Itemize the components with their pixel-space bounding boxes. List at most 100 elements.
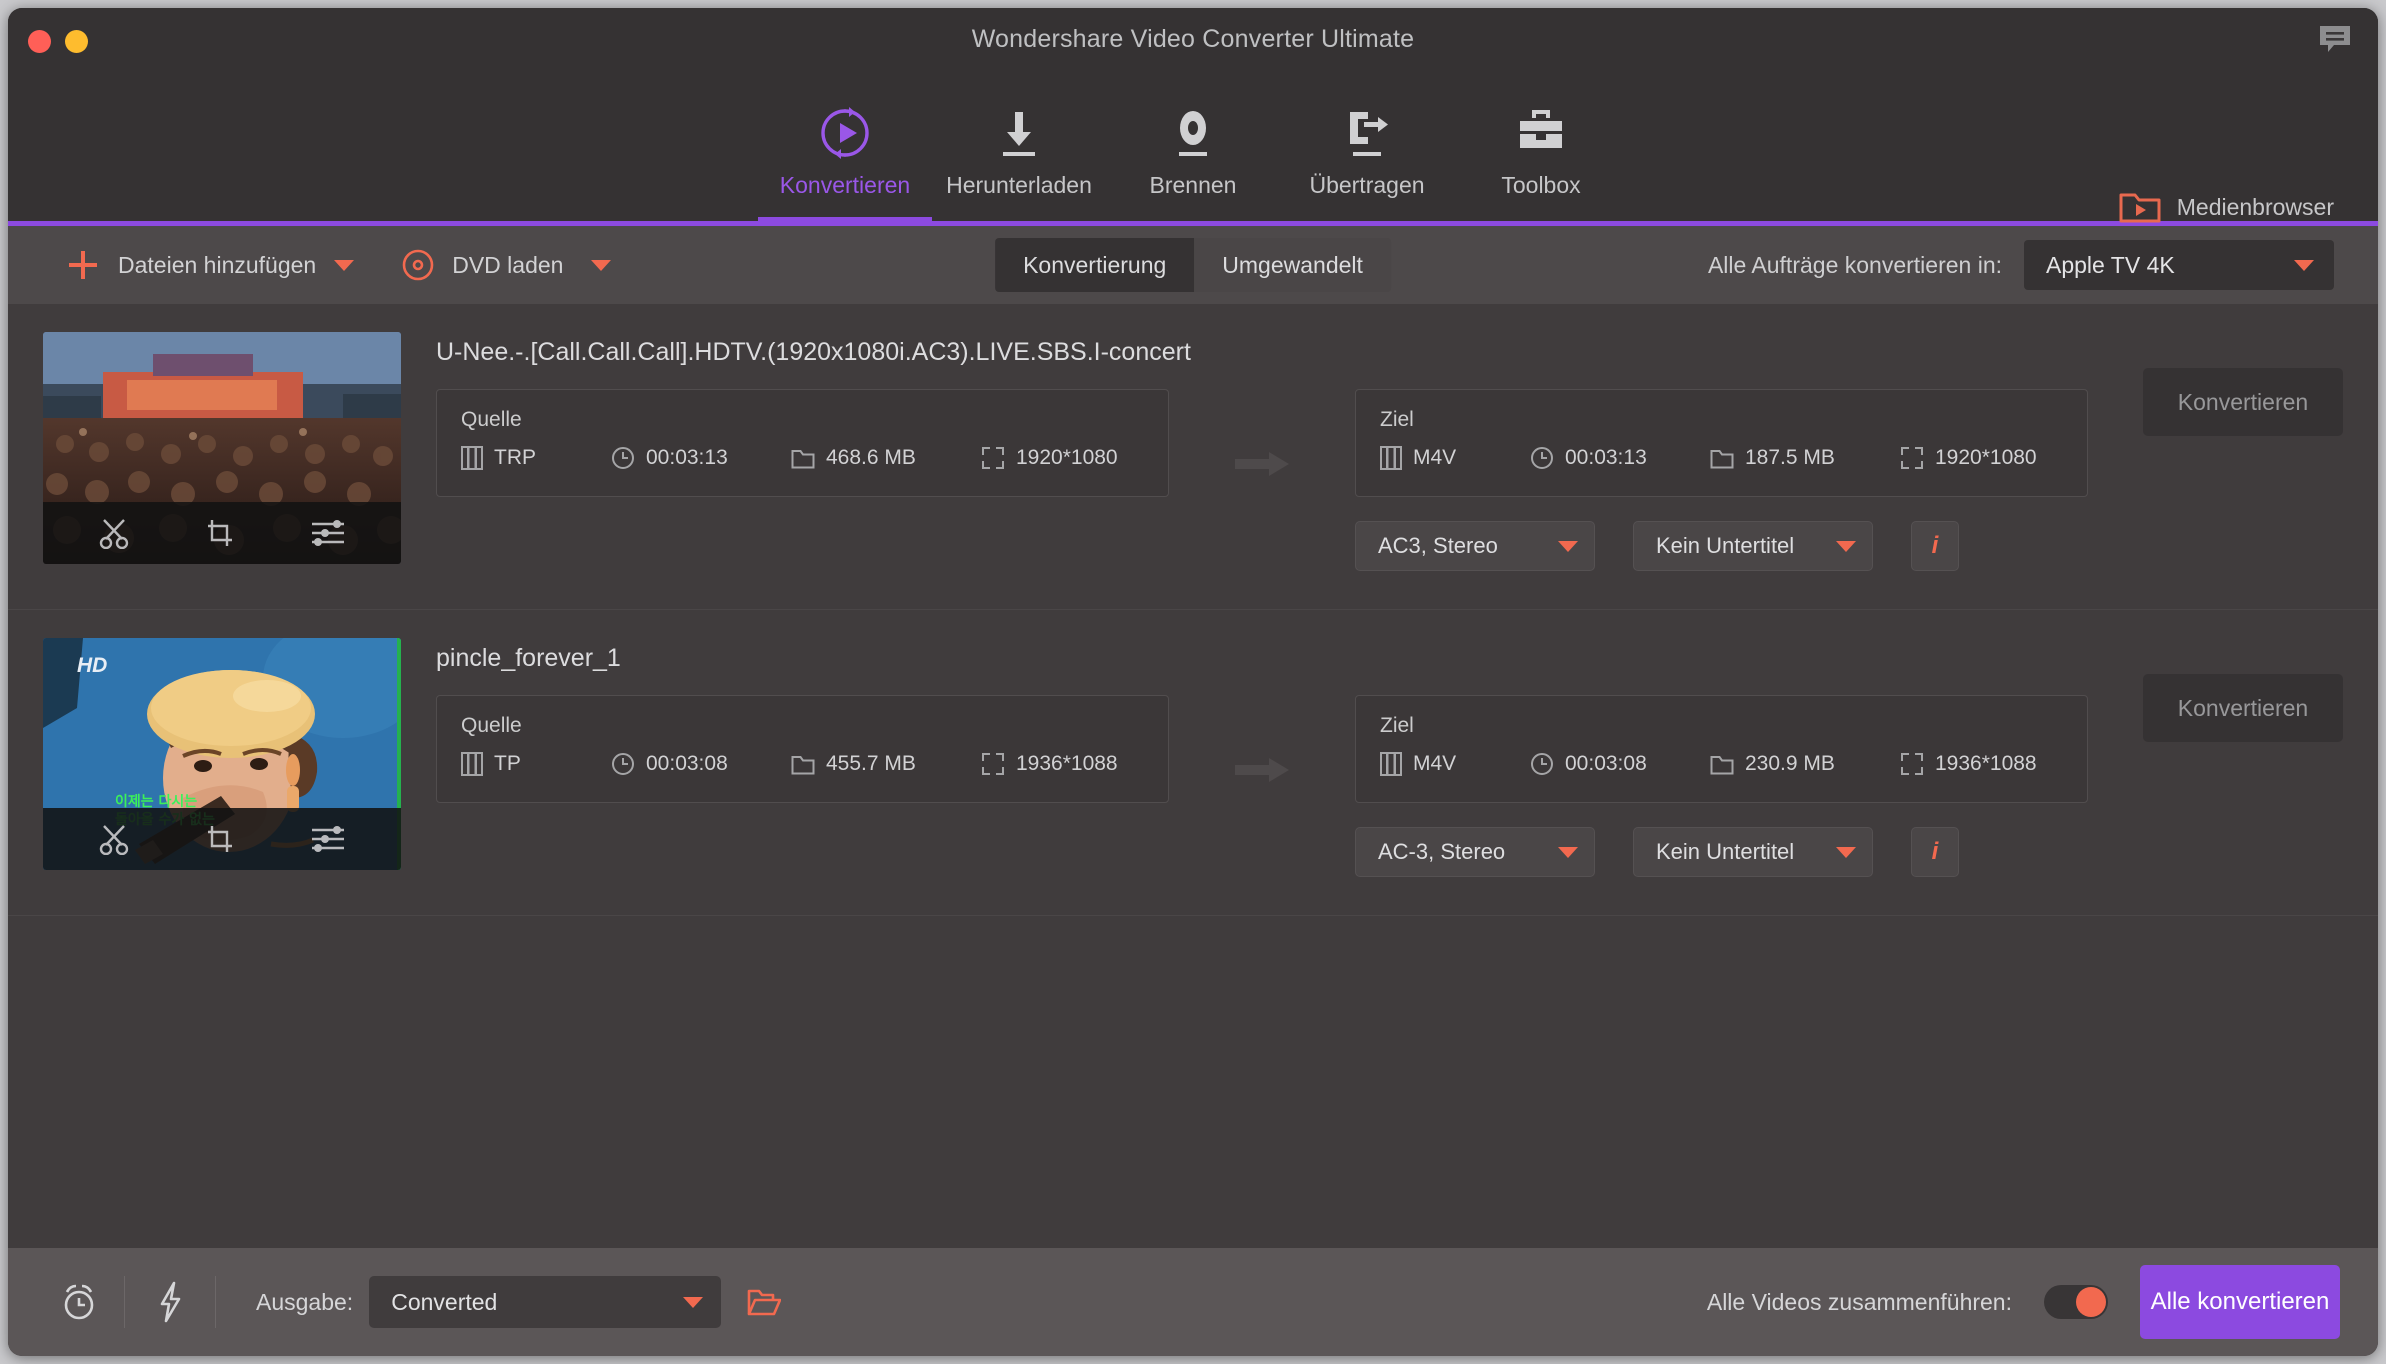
trim-scissors-icon[interactable] [97,517,131,549]
target-resolution-value: 1920*1080 [1935,446,2037,469]
folder-open-icon[interactable] [747,1287,782,1317]
main-navigation: Konvertieren Herunterladen Brennen Übert… [8,76,2378,226]
audio-track-value: AC3, Stereo [1378,533,1498,558]
target-format: M4V [1380,752,1530,776]
arrow-right-icon [1169,695,1355,845]
target-size: 187.5 MB [1710,446,1900,470]
table-row[interactable]: HD 이제는 다시는 돌아올 수가 없는 [8,610,2378,916]
subtitle-track-select[interactable]: Kein Untertitel [1633,827,1873,877]
subtitle-chevron-down-icon [1836,846,1856,858]
film-strip-icon [461,752,483,776]
application-window: Wondershare Video Converter Ultimate Kon… [8,8,2378,1356]
video-thumbnail[interactable] [43,332,401,564]
output-folder-value: Converted [391,1288,498,1315]
tab-umgewandelt[interactable]: Umgewandelt [1194,238,1391,292]
output-chevron-down-icon [683,1296,704,1308]
media-browser-label: Medienbrowser [2176,193,2334,220]
clock-icon [611,446,635,470]
resize-arrows-icon [1900,446,1924,470]
folder-play-icon [2119,190,2161,224]
resize-arrows-icon [981,446,1005,470]
target-size-value: 187.5 MB [1745,446,1835,469]
video-thumbnail[interactable]: HD 이제는 다시는 돌아올 수가 없는 [43,638,401,870]
effects-sliders-icon[interactable] [309,518,347,548]
clock-icon [1530,446,1554,470]
trim-scissors-icon[interactable] [97,823,131,855]
lightning-bolt-icon[interactable] [137,1280,203,1324]
source-title: Quelle [461,714,522,737]
audio-track-value: AC-3, Stereo [1378,839,1506,864]
media-info-button[interactable]: i [1911,827,1959,877]
table-row[interactable]: U-Nee.-.[Call.Call.Call].HDTV.(1920x1080… [8,304,2378,610]
source-resolution-value: 1936*1088 [1016,752,1118,775]
nav-item-toolbox[interactable]: Toolbox [1454,76,1628,221]
transfer-device-arrow-icon [1338,102,1396,164]
svg-text:HD: HD [77,654,107,677]
file-name: U-Nee.-.[Call.Call.Call].HDTV.(1920x1080… [436,338,1191,366]
target-duration: 00:03:08 [1530,752,1710,776]
subtitle-track-value: Kein Untertitel [1656,839,1795,864]
source-resolution-value: 1920*1080 [1016,446,1118,469]
toolbox-icon [1512,102,1570,164]
convert-row-button[interactable]: Konvertieren [2143,368,2343,436]
add-files-chevron-down-icon[interactable] [334,259,355,271]
nav-item-herunterladen[interactable]: Herunterladen [932,76,1106,221]
nav-label: Konvertieren [779,172,911,198]
bottom-bar: Ausgabe: Converted Alle Videos zusammenf… [8,1248,2378,1356]
divider [215,1276,216,1328]
target-format-value: M4V [1413,446,1457,469]
folder-icon [1710,753,1734,775]
target-resolution: 1920*1080 [1900,446,2037,470]
output-label: Ausgabe: [256,1288,354,1315]
source-resolution: 1936*1088 [981,752,1118,776]
speech-bubble-icon[interactable] [2318,24,2352,54]
convert-all-preset-select[interactable]: Apple TV 4K [2024,240,2334,290]
plus-icon [66,248,100,282]
source-panel: Quelle TRP 00:03:13 468.6 MB 1920*1080 [436,389,1169,497]
audio-chevron-down-icon [1558,540,1578,552]
film-strip-icon [461,446,483,470]
alarm-clock-icon[interactable] [46,1280,112,1324]
crop-icon[interactable] [203,517,237,549]
add-files-button[interactable]: Dateien hinzufügen [66,248,355,282]
target-resolution-value: 1936*1088 [1935,752,2037,775]
convert-all-preset-value: Apple TV 4K [2046,251,2175,278]
media-info-button[interactable]: i [1911,521,1959,571]
convert-all-button[interactable]: Alle konvertieren [2140,1265,2340,1339]
merge-videos-toggle[interactable] [2044,1285,2108,1319]
load-dvd-chevron-down-icon[interactable] [591,259,612,271]
audio-chevron-down-icon [1558,846,1578,858]
source-duration-value: 00:03:13 [646,446,728,469]
subtitle-track-select[interactable]: Kein Untertitel [1633,521,1873,571]
target-resolution: 1936*1088 [1900,752,2037,776]
resize-arrows-icon [981,752,1005,776]
disc-icon [402,249,434,281]
output-folder-select[interactable]: Converted [369,1276,722,1328]
source-panel: Quelle TP 00:03:08 455.7 MB 1936*1088 [436,695,1169,803]
convert-row-button[interactable]: Konvertieren [2143,674,2343,742]
media-browser-button[interactable]: Medienbrowser [2119,190,2334,224]
target-duration-value: 00:03:08 [1565,752,1647,775]
audio-track-select[interactable]: AC3, Stereo [1355,521,1595,571]
film-strip-icon [1380,752,1402,776]
download-arrow-icon [990,102,1048,164]
tab-konvertierung[interactable]: Konvertierung [995,238,1195,292]
divider [124,1276,125,1328]
clock-icon [611,752,635,776]
source-format: TP [461,752,611,776]
nav-label: Brennen [1149,172,1237,198]
load-dvd-label: DVD laden [452,251,564,278]
audio-track-select[interactable]: AC-3, Stereo [1355,827,1595,877]
nav-item-uebertragen[interactable]: Übertragen [1280,76,1454,221]
crop-icon[interactable] [203,823,237,855]
nav-item-brennen[interactable]: Brennen [1106,76,1280,221]
add-files-label: Dateien hinzufügen [118,251,317,278]
target-size: 230.9 MB [1710,752,1900,776]
target-duration-value: 00:03:13 [1565,446,1647,469]
load-dvd-button[interactable]: DVD laden [402,249,612,281]
resize-arrows-icon [1900,752,1924,776]
convert-circular-play-icon [815,102,875,164]
action-toolbar: Dateien hinzufügen DVD laden Konvertieru… [8,226,2378,304]
nav-item-konvertieren[interactable]: Konvertieren [758,76,932,221]
effects-sliders-icon[interactable] [309,824,347,854]
